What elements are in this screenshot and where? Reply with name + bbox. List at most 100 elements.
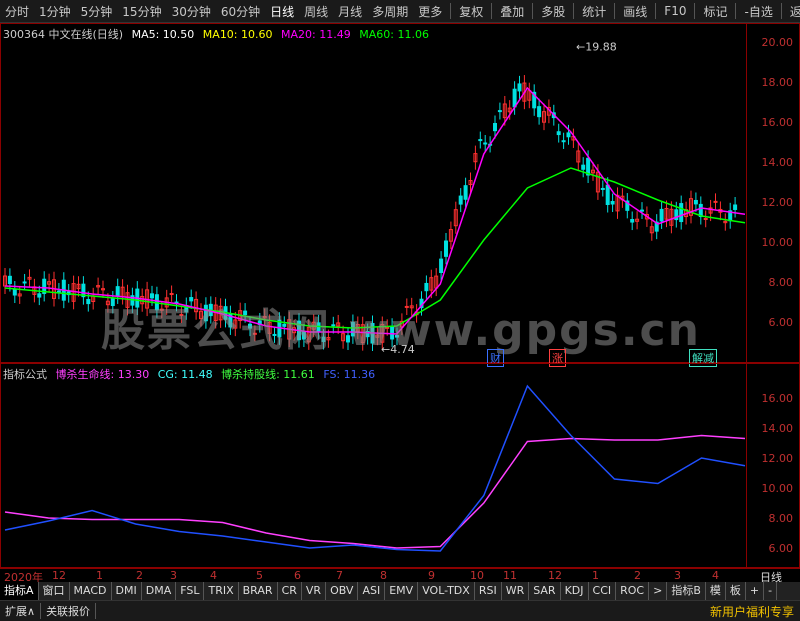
candle-body xyxy=(640,209,644,212)
period-8[interactable]: 月线 xyxy=(333,3,367,20)
candle-body xyxy=(22,281,27,284)
toolbar-4[interactable]: 画线 xyxy=(618,3,652,20)
time-tick: 2 xyxy=(634,569,641,582)
time-tick: 3 xyxy=(170,569,177,582)
candle-body xyxy=(512,88,517,108)
period-7[interactable]: 周线 xyxy=(299,3,333,20)
tab-18[interactable]: CCI xyxy=(589,582,617,600)
candle-body xyxy=(537,106,542,118)
period-9[interactable]: 多周期 xyxy=(367,3,413,20)
toolbar-2[interactable]: 多股 xyxy=(536,3,570,20)
y-tick: 18.00 xyxy=(761,76,794,89)
welfare-link[interactable]: 新用户福利专享 xyxy=(704,603,800,620)
tab-1[interactable]: 窗口 xyxy=(39,582,70,600)
bottom-bar: 扩展∧ 关联报价 新用户福利专享 xyxy=(0,600,800,621)
period-1[interactable]: 1分钟 xyxy=(34,3,76,20)
tab-12[interactable]: EMV xyxy=(385,582,419,600)
tab-14[interactable]: RSI xyxy=(475,582,502,600)
y-tick: 10.00 xyxy=(761,482,794,495)
tab-3[interactable]: DMI xyxy=(112,582,142,600)
toolbar-0[interactable]: 复权 xyxy=(454,3,488,20)
plus-button[interactable]: + xyxy=(746,582,765,600)
tab-15[interactable]: WR xyxy=(502,582,530,600)
tab-20[interactable]: > xyxy=(649,582,668,600)
candle-body xyxy=(630,219,635,223)
period-2[interactable]: 5分钟 xyxy=(76,3,118,20)
tab-7[interactable]: BRAR xyxy=(239,582,278,600)
candle-body xyxy=(556,131,561,136)
series-CG xyxy=(4,384,746,552)
time-axis: 2020年 12 1 2 3 4 5 6 7 8 9 10 11 12 1 2 3 4 日线 xyxy=(0,568,800,584)
tab-6[interactable]: TRIX xyxy=(204,582,239,600)
y-tick: 16.00 xyxy=(761,116,794,129)
tab-2[interactable]: MACD xyxy=(70,582,112,600)
y-tick: 8.00 xyxy=(768,512,794,525)
candle-body xyxy=(600,187,605,190)
time-tick: 4 xyxy=(712,569,719,582)
tab-17[interactable]: KDJ xyxy=(561,582,589,600)
candle-body xyxy=(424,282,429,292)
related-quote-button[interactable]: 关联报价 xyxy=(41,603,97,619)
tab-4[interactable]: DMA xyxy=(142,582,177,600)
toolbar-6[interactable]: 标记 xyxy=(698,3,732,20)
candle-body xyxy=(659,208,664,222)
time-tick: 9 xyxy=(428,569,435,582)
tab-21[interactable]: 指标B xyxy=(667,582,706,600)
price-chart-panel[interactable]: 300364 中文在线(日线) MA5: 10.50 MA10: 10.60 M… xyxy=(0,23,800,367)
time-tick: 6 xyxy=(294,569,301,582)
minus-button[interactable]: - xyxy=(764,582,778,600)
time-tick: 3 xyxy=(674,569,681,582)
y-tick: 6.00 xyxy=(768,316,794,329)
top-menu-bar: 分时 1分钟 5分钟 15分钟 30分钟 60分钟 日线 周线 月线 多周期 更多 复权 叠加 多股 统计画… xyxy=(0,0,800,23)
candle-body xyxy=(610,201,615,205)
tab-22[interactable]: 模 xyxy=(706,582,726,600)
time-tick: 4 xyxy=(210,569,217,582)
candle-body xyxy=(497,110,502,113)
time-tick: 7 xyxy=(336,569,343,582)
candle-body xyxy=(517,83,522,92)
candle-body xyxy=(679,203,684,223)
candle-body xyxy=(493,123,497,132)
candle-body xyxy=(37,293,42,298)
series-博杀生命线 xyxy=(4,434,746,549)
period-4[interactable]: 30分钟 xyxy=(167,3,216,20)
indicator-axis: 16.00 14.00 12.00 10.00 8.00 6.00 xyxy=(746,364,799,567)
candle-body xyxy=(12,288,17,296)
candle-body xyxy=(605,184,610,205)
toolbar-3[interactable]: 统计 xyxy=(577,3,611,20)
candle-body xyxy=(478,139,483,142)
toolbar-5[interactable]: F10 xyxy=(659,4,691,18)
tab-10[interactable]: OBV xyxy=(326,582,359,600)
time-tick: 12 xyxy=(52,569,66,582)
expand-button[interactable]: 扩展∧ xyxy=(0,603,42,619)
y-tick: 6.00 xyxy=(768,542,794,555)
tab-11[interactable]: ASI xyxy=(358,582,386,600)
period-5[interactable]: 60分钟 xyxy=(216,3,265,20)
candle-body xyxy=(566,132,571,138)
candle-body xyxy=(463,185,468,200)
y-tick: 12.00 xyxy=(761,452,794,465)
tab-9[interactable]: VR xyxy=(302,582,327,600)
y-tick: 20.00 xyxy=(761,36,794,49)
tab-19[interactable]: ROC xyxy=(616,582,650,600)
candle-body xyxy=(733,204,738,210)
tab-5[interactable]: FSL xyxy=(176,582,205,600)
tab-0[interactable]: 指标A xyxy=(0,582,39,600)
indicator-panel[interactable]: 指标公式 博杀生命线: 13.30 CG: 11.48 博杀持股线: 11.61… xyxy=(0,363,800,568)
candle-body xyxy=(581,164,586,170)
toolbar-7[interactable]: -自选 xyxy=(739,3,777,20)
period-10[interactable]: 更多 xyxy=(413,3,447,20)
period-6[interactable]: 日线 xyxy=(265,3,299,20)
tab-16[interactable]: SAR xyxy=(529,582,561,600)
y-tick: 10.00 xyxy=(761,236,794,249)
tab-13[interactable]: VOL-TDX xyxy=(418,582,475,600)
toolbar-8[interactable]: 返回 xyxy=(785,3,800,20)
toolbar-1[interactable]: 叠加 xyxy=(495,3,529,20)
tab-23[interactable]: 板 xyxy=(726,582,746,600)
period-0[interactable]: 分时 xyxy=(0,3,34,20)
watermark: 股票公式网 www.gpgs.cn xyxy=(101,305,701,356)
time-tick: 1 xyxy=(96,569,103,582)
period-3[interactable]: 15分钟 xyxy=(117,3,166,20)
y-tick: 8.00 xyxy=(768,276,794,289)
tab-8[interactable]: CR xyxy=(278,582,302,600)
